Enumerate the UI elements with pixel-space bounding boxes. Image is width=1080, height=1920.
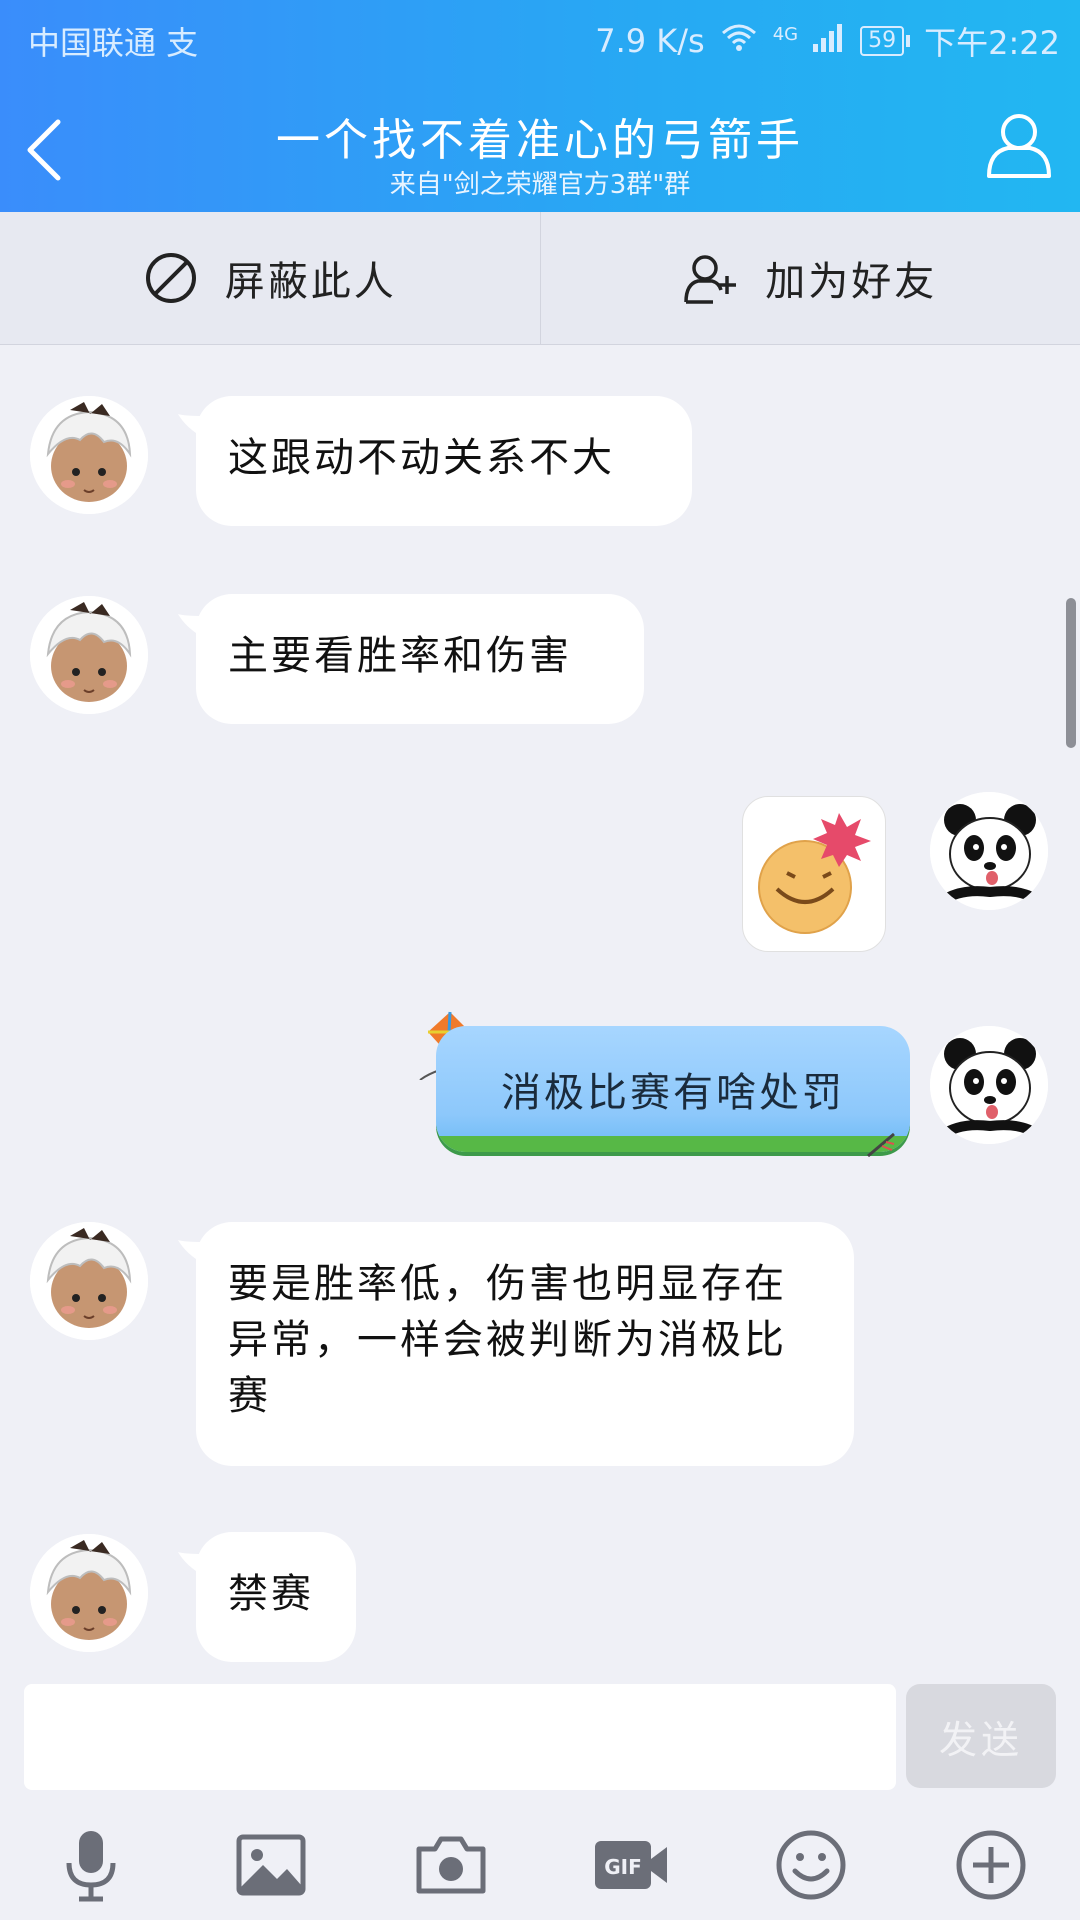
panda-avatar-icon — [930, 1026, 1048, 1144]
status-bar: 中国联通 支 7.9 K/s 4G 59 下午2:22 — [0, 0, 1080, 76]
contact-avatar[interactable] — [30, 596, 148, 714]
camera-icon — [416, 1836, 486, 1894]
message-input[interactable] — [24, 1684, 896, 1790]
voice-button[interactable] — [46, 1820, 136, 1910]
my-message-text: 消极比赛有啥处罚 — [501, 1070, 845, 1116]
message-bubble[interactable]: 这跟动不动关系不大 — [196, 396, 692, 526]
block-icon — [145, 253, 196, 303]
add-friend-button[interactable]: 加为好友 — [539, 212, 1080, 344]
emoji-icon — [776, 1830, 846, 1900]
cartoon-boy-avatar-icon — [30, 1222, 148, 1340]
chat-subtitle: 来自"剑之荣耀官方3群"群 — [389, 170, 691, 200]
battery-level: 59 — [860, 26, 905, 56]
microphone-icon — [66, 1831, 116, 1902]
signal-icon — [812, 22, 846, 60]
sticker-message[interactable] — [742, 796, 886, 952]
image-icon — [236, 1834, 306, 1896]
user-icon — [987, 114, 1051, 178]
carrier-label: 中国联通 支 — [28, 24, 199, 62]
stranger-action-bar: 屏蔽此人 加为好友 — [0, 212, 1080, 345]
my-message-bubble[interactable]: 消极比赛有啥处罚 — [436, 1026, 910, 1152]
clock: 下午2:22 — [924, 24, 1060, 62]
chat-title: 一个找不着准心的弓箭手 — [276, 115, 804, 166]
gif-icon: GIF — [595, 1841, 667, 1889]
gif-button[interactable]: GIF — [586, 1820, 676, 1910]
send-button[interactable]: 发送 — [906, 1684, 1056, 1788]
decor-feather-icon — [867, 1132, 895, 1158]
input-area: 发送 GIF — [0, 1670, 1080, 1920]
chat-header: 中国联通 支 7.9 K/s 4G 59 下午2:22 一个找不着准心的弓箭手 … — [0, 0, 1080, 212]
more-button[interactable] — [946, 1820, 1036, 1910]
message-bubble[interactable]: 主要看胜率和伤害 — [196, 594, 644, 724]
svg-text:GIF: GIF — [604, 1855, 642, 1879]
my-avatar[interactable] — [930, 792, 1048, 910]
contact-avatar[interactable] — [30, 396, 148, 514]
cartoon-boy-avatar-icon — [30, 596, 148, 714]
network-type: 4G — [772, 23, 799, 45]
add-user-icon — [684, 255, 737, 304]
input-toolbar: GIF — [0, 1820, 1080, 1920]
profile-button[interactable] — [984, 108, 1054, 180]
block-user-label: 屏蔽此人 — [224, 259, 397, 305]
contact-avatar[interactable] — [30, 1534, 148, 1652]
network-speed: 7.9 K/s — [595, 22, 705, 60]
angry-smiley-sticker-icon — [758, 813, 871, 934]
battery-icon: 59 — [860, 26, 911, 56]
message-bubble[interactable]: 禁赛 — [196, 1532, 356, 1662]
contact-avatar[interactable] — [30, 1222, 148, 1340]
emoji-button[interactable] — [766, 1820, 856, 1910]
wifi-icon — [719, 21, 759, 61]
camera-button[interactable] — [406, 1820, 496, 1910]
panda-avatar-icon — [930, 792, 1048, 910]
image-button[interactable] — [226, 1820, 316, 1910]
scrollbar[interactable] — [1066, 598, 1076, 748]
message-bubble[interactable]: 要是胜率低，伤害也明显存在异常，一样会被判断为消极比赛 — [196, 1222, 854, 1466]
cartoon-boy-avatar-icon — [30, 1534, 148, 1652]
plus-icon — [956, 1830, 1026, 1900]
cartoon-boy-avatar-icon — [30, 396, 148, 514]
add-friend-label: 加为好友 — [765, 259, 938, 305]
block-user-button[interactable]: 屏蔽此人 — [0, 212, 540, 344]
my-avatar[interactable] — [930, 1026, 1048, 1144]
status-indicators: 7.9 K/s 4G 59 下午2:22 — [595, 18, 1060, 64]
